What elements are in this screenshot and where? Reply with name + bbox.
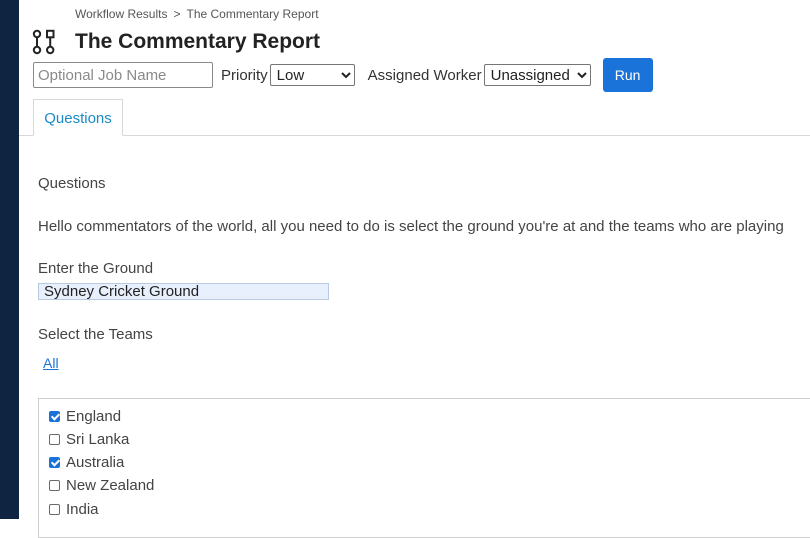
team-item-india[interactable]: India bbox=[49, 501, 99, 518]
breadcrumb-parent[interactable]: Workflow Results bbox=[75, 7, 167, 21]
team-label: Sri Lanka bbox=[66, 431, 130, 448]
select-all-link[interactable]: All bbox=[43, 355, 59, 371]
section-heading: Questions bbox=[38, 175, 106, 192]
job-name-input[interactable] bbox=[33, 62, 213, 88]
team-label: England bbox=[66, 408, 122, 425]
team-item-new-zealand[interactable]: New Zealand bbox=[49, 477, 154, 494]
priority-label: Priority bbox=[221, 66, 268, 84]
ground-input[interactable]: Sydney Cricket Ground bbox=[38, 283, 329, 300]
team-item-england[interactable]: England bbox=[49, 408, 121, 425]
checkbox-australia[interactable] bbox=[49, 457, 60, 468]
checkbox-england[interactable] bbox=[49, 411, 60, 422]
breadcrumb-current: The Commentary Report bbox=[186, 7, 319, 21]
tab-questions[interactable]: Questions bbox=[33, 99, 123, 136]
breadcrumb-separator: > bbox=[173, 7, 181, 21]
team-item-australia[interactable]: Australia bbox=[49, 454, 124, 471]
page-title: The Commentary Report bbox=[75, 30, 321, 53]
teams-label: Select the Teams bbox=[38, 326, 153, 343]
checkbox-sri-lanka[interactable] bbox=[49, 434, 60, 445]
priority-select[interactable]: Low bbox=[269, 64, 355, 86]
tab-bar bbox=[19, 135, 810, 136]
ground-label: Enter the Ground bbox=[38, 260, 154, 277]
team-label: India bbox=[66, 501, 99, 518]
worker-label: Assigned Worker bbox=[367, 66, 482, 84]
job-toolbar: Priority Low Assigned Worker Unassigned … bbox=[33, 58, 653, 92]
team-label: New Zealand bbox=[66, 477, 155, 494]
checkbox-india[interactable] bbox=[49, 504, 60, 515]
left-rail bbox=[0, 0, 19, 519]
breadcrumb: Workflow Results > The Commentary Report bbox=[75, 7, 319, 21]
run-button[interactable]: Run bbox=[602, 58, 653, 92]
intro-text: Hello commentators of the world, all you… bbox=[38, 218, 784, 235]
worker-select[interactable]: Unassigned bbox=[483, 64, 591, 86]
team-item-sri-lanka[interactable]: Sri Lanka bbox=[49, 431, 129, 448]
checkbox-new-zealand[interactable] bbox=[49, 480, 60, 491]
workflow-icon bbox=[32, 29, 55, 55]
team-list: England Sri Lanka Australia New Zealand … bbox=[38, 398, 810, 538]
team-label: Australia bbox=[66, 454, 125, 471]
